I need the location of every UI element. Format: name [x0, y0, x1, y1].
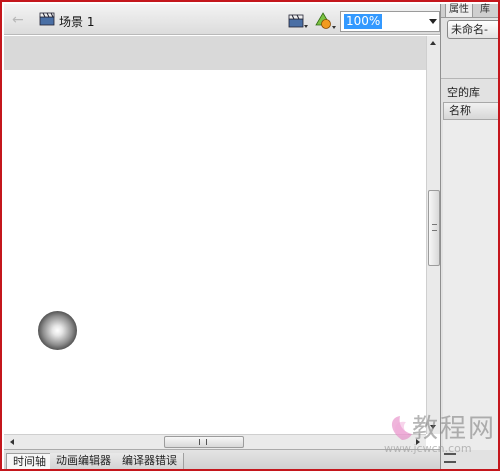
divider — [441, 78, 498, 79]
column-header-name[interactable]: 名称 — [443, 102, 498, 120]
zoom-select[interactable]: 100% — [340, 11, 440, 32]
watermark-url: www.jcwcn.com — [384, 442, 472, 455]
tab-motion-editor[interactable]: 动画编辑器 — [50, 453, 118, 469]
library-item-list[interactable] — [443, 120, 498, 450]
document-select[interactable]: 未命名- — [447, 20, 498, 39]
arrow-left-icon: ← — [12, 12, 24, 28]
vertical-scrollbar[interactable] — [426, 36, 440, 434]
horizontal-scroll-thumb[interactable] — [164, 436, 244, 448]
panel-tabs: 属性 库 — [441, 4, 498, 18]
shapes-dropdown-icon — [315, 12, 336, 29]
back-button[interactable]: ← — [12, 12, 28, 28]
tab-library[interactable]: 库 — [477, 4, 493, 18]
pasteboard — [4, 36, 426, 70]
edit-bar: ← 场景 1 100% — [4, 4, 440, 35]
stage-canvas[interactable] — [4, 70, 426, 434]
edit-symbols-button[interactable] — [314, 11, 338, 31]
window-frame: ← 场景 1 100% 时间轴 动画编辑器 编译器错误 属性 库 未命名- 空的… — [0, 0, 500, 471]
grip-icon — [432, 224, 437, 231]
tab-properties[interactable]: 属性 — [445, 4, 473, 18]
tab-timeline[interactable]: 时间轴 — [6, 453, 53, 469]
grip-icon — [199, 439, 207, 445]
scene-label: 场景 1 — [59, 15, 95, 29]
zoom-value[interactable]: 100% — [344, 14, 383, 29]
library-panel: 属性 库 未命名- 空的库 名称 — [440, 4, 498, 469]
scroll-left-icon[interactable] — [10, 439, 14, 445]
chevron-down-icon[interactable] — [429, 19, 437, 24]
bottom-tab-bar: 时间轴 动画编辑器 编译器错误 — [4, 449, 440, 469]
horizontal-scrollbar[interactable] — [4, 434, 426, 449]
clapperboard-icon — [39, 12, 55, 26]
edit-scene-button[interactable] — [287, 12, 309, 30]
library-status: 空的库 — [447, 86, 480, 99]
scroll-up-icon[interactable] — [430, 41, 436, 45]
gradient-ball-shape[interactable] — [38, 311, 77, 350]
clapperboard-dropdown-icon — [288, 14, 308, 28]
tab-compiler-errors[interactable]: 编译器错误 — [116, 453, 184, 469]
watermark-logo: 教程网 www.jcwcn.com — [382, 406, 498, 468]
watermark-text: 教程网 — [412, 414, 497, 444]
vertical-scroll-thumb[interactable] — [428, 190, 440, 266]
